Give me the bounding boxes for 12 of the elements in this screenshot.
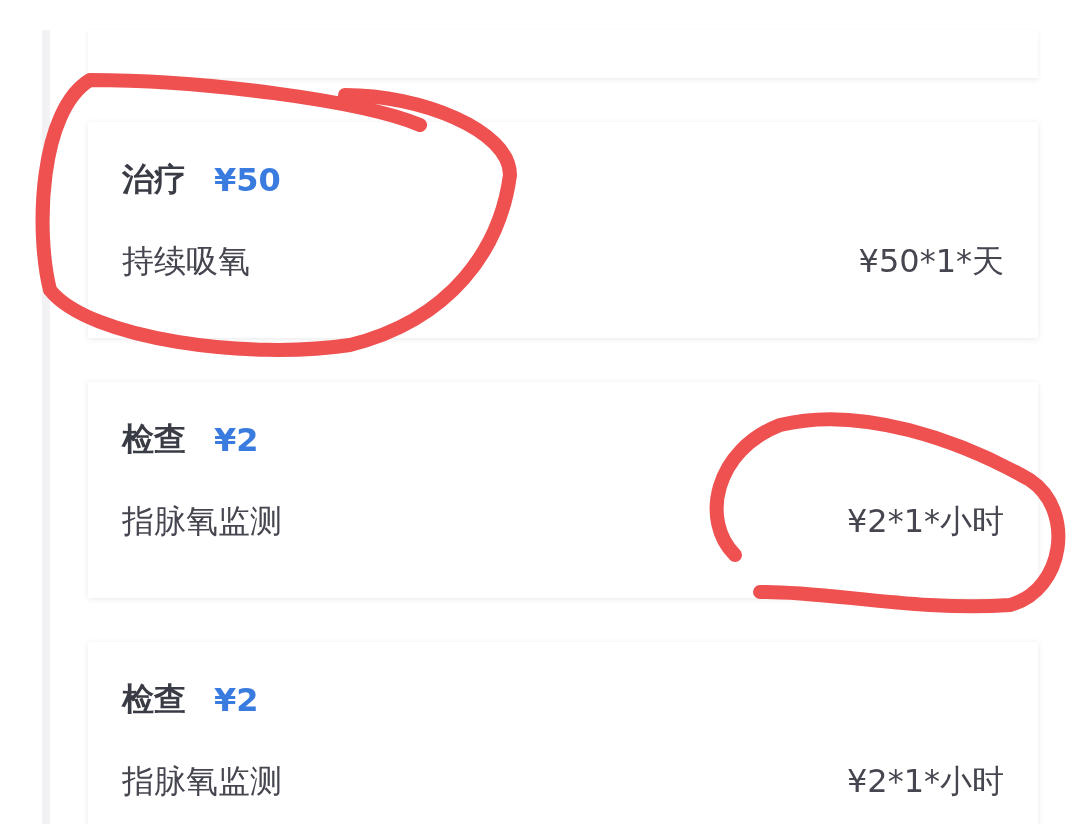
item-category: 检查 xyxy=(122,679,186,720)
item-category: 检查 xyxy=(122,419,186,460)
item-name: 持续吸氧 xyxy=(122,241,250,282)
item-name: 指脉氧监测 xyxy=(122,761,282,802)
item-detail: ¥2*1*小时 xyxy=(846,501,1004,542)
item-price: ¥2 xyxy=(214,681,259,719)
item-category: 治疗 xyxy=(122,159,186,200)
item-price: ¥50 xyxy=(214,161,281,199)
item-name: 指脉氧监测 xyxy=(122,501,282,542)
item-detail: ¥2*1*小时 xyxy=(846,761,1004,802)
item-detail: ¥50*1*天 xyxy=(858,241,1004,282)
item-price: ¥2 xyxy=(214,421,259,459)
